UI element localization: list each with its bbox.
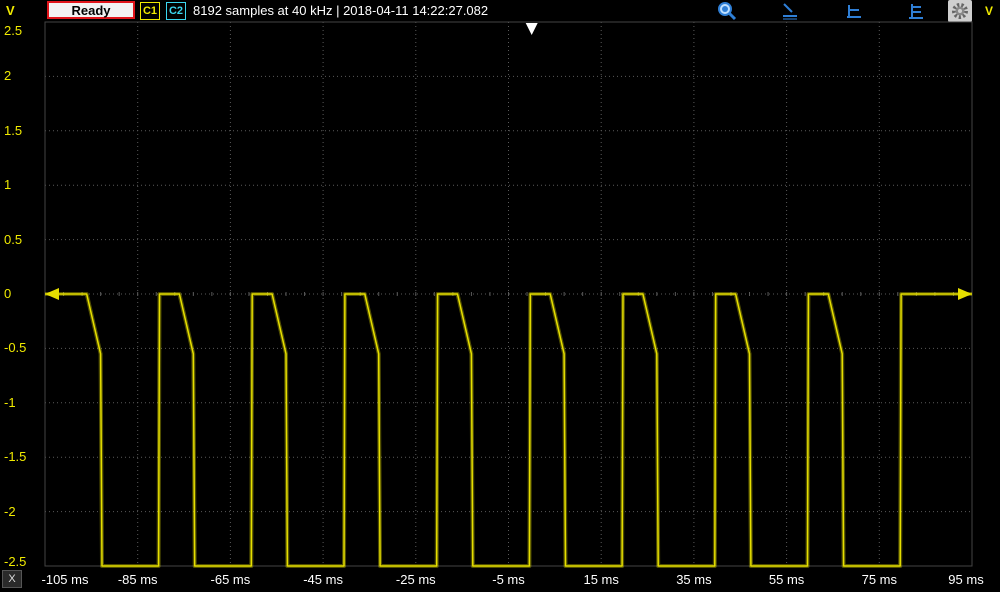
x-tick-label: 75 ms bbox=[861, 572, 897, 587]
oscilloscope-plot[interactable] bbox=[0, 0, 1000, 592]
x-tick-label: -45 ms bbox=[303, 572, 343, 587]
x-axis: X -105 ms -85 ms -65 ms -45 ms -25 ms -5 ms 15… bbox=[0, 568, 1000, 592]
trigger-level-marker-right bbox=[958, 288, 972, 300]
x-axis-menu-button[interactable]: X bbox=[2, 570, 22, 588]
trigger-time-marker bbox=[525, 23, 538, 35]
x-tick-label: 35 ms bbox=[676, 572, 712, 587]
x-tick-label: -85 ms bbox=[117, 572, 158, 587]
x-tick-label: 95 ms bbox=[948, 572, 984, 587]
x-tick-label: -105 ms bbox=[41, 572, 89, 587]
x-tick-label: 15 ms bbox=[583, 572, 619, 587]
x-tick-label: -25 ms bbox=[395, 572, 436, 587]
x-tick-label: -65 ms bbox=[210, 572, 251, 587]
x-tick-label: 55 ms bbox=[768, 572, 805, 587]
x-tick-label: -5 ms bbox=[492, 572, 525, 587]
trigger-level-marker-left bbox=[45, 288, 59, 300]
